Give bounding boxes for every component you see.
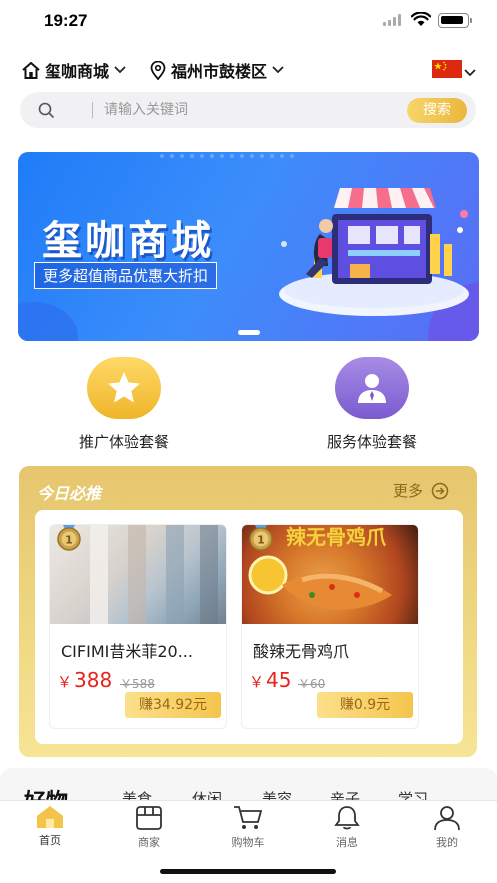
nav-messages[interactable]: 消息 — [317, 805, 377, 850]
price-value: 45 — [266, 668, 292, 692]
nav-store[interactable]: 商家 — [119, 805, 179, 850]
nav-label: 购物车 — [231, 836, 265, 849]
chevron-down-icon — [114, 66, 126, 74]
medal-icon: 1 — [249, 525, 273, 551]
price-value: 388 — [74, 668, 113, 692]
category-label: 服务体验套餐 — [326, 433, 417, 451]
battery-icon — [438, 13, 469, 28]
section-title: 今日必推 — [37, 484, 102, 503]
user-icon — [358, 374, 386, 403]
product-price: ￥ 45 — [249, 668, 291, 692]
product-card[interactable]: 1 CIFIMI昔米菲20... ￥ 388 ￥588 赚34.92元 — [49, 524, 227, 729]
nav-label: 消息 — [336, 836, 358, 849]
nav-label: 我的 — [436, 836, 458, 849]
earn-badge: 赚0.9元 — [317, 692, 413, 718]
location-text: 福州市鼓楼区 — [171, 62, 268, 81]
status-time: 19:27 — [44, 11, 88, 30]
earn-badge: 赚34.92元 — [125, 692, 221, 718]
shop-name: 玺咖商城 — [45, 62, 110, 81]
online-store-illustration — [279, 188, 469, 316]
category-promo-package[interactable]: 推广体验套餐 — [44, 357, 204, 452]
arrow-circle-right-icon — [431, 482, 449, 499]
category-circle — [335, 357, 409, 419]
status-bar: 19:27 — [0, 0, 497, 44]
nav-label: 商家 — [138, 836, 160, 849]
profile-icon — [434, 806, 460, 831]
category-circle — [87, 357, 161, 419]
currency-symbol: ￥ — [249, 673, 265, 691]
cart-icon — [234, 806, 263, 829]
chevron-down-icon[interactable] — [464, 62, 476, 81]
wifi-icon — [411, 12, 431, 26]
promo-banner[interactable]: 玺咖商城 更多超值商品优惠大折扣 — [18, 152, 479, 341]
image-stripe — [200, 525, 218, 624]
product-card-container: 1 CIFIMI昔米菲20... ￥ 388 ￥588 赚34.92元 辣无骨鸡爪 — [35, 510, 463, 744]
product-card[interactable]: 辣无骨鸡爪 1 酸辣无骨鸡爪 ￥ 45 ￥60 赚0.9元 — [241, 524, 419, 729]
star-icon — [108, 372, 140, 403]
banner-dot-pattern — [160, 154, 294, 158]
image-stripe — [166, 525, 184, 624]
home-icon — [37, 806, 63, 828]
banner-decor-blob — [18, 302, 78, 341]
currency-symbol: ￥ — [57, 673, 73, 691]
image-stripe — [90, 525, 108, 624]
original-price: ￥588 — [120, 677, 155, 691]
home-indicator — [160, 869, 336, 874]
search-divider — [92, 102, 93, 118]
location-selector[interactable]: 福州市鼓楼区 — [150, 58, 284, 82]
category-service-package[interactable]: 服务体验套餐 — [292, 357, 452, 452]
bell-icon — [334, 806, 360, 830]
chevron-down-icon — [272, 66, 284, 74]
shop-selector[interactable]: 玺咖商城 — [22, 58, 126, 82]
banner-subtitle: 更多超值商品优惠大折扣 — [34, 262, 218, 289]
today-picks-section: 今日必推 更多 1 CIFIMI昔米菲20... ￥ 388 ￥588 赚34.… — [19, 466, 477, 757]
more-label: 更多 — [393, 482, 424, 500]
search-icon — [38, 102, 55, 123]
nav-cart[interactable]: 购物车 — [218, 805, 278, 850]
nav-label: 首页 — [39, 834, 61, 847]
home-icon — [22, 61, 40, 79]
more-link[interactable]: 更多 — [393, 480, 449, 501]
image-stripe — [128, 525, 146, 624]
search-input[interactable] — [104, 100, 404, 120]
cellular-signal-icon — [383, 14, 401, 26]
category-label: 推广体验套餐 — [78, 433, 169, 451]
search-bar: 搜索 — [20, 92, 476, 128]
product-name: 酸辣无骨鸡爪 — [253, 642, 350, 661]
china-flag-icon[interactable] — [432, 60, 462, 78]
nav-home[interactable]: 首页 — [20, 805, 80, 848]
search-button[interactable]: 搜索 — [407, 98, 467, 123]
product-name: CIFIMI昔米菲20... — [61, 642, 193, 661]
banner-title: 玺咖商城 — [42, 218, 214, 264]
location-pin-icon — [150, 60, 166, 80]
original-price: ￥60 — [298, 677, 326, 691]
svg-text:1: 1 — [257, 534, 265, 547]
store-icon — [136, 806, 162, 830]
top-nav: 玺咖商城 福州市鼓楼区 — [0, 56, 497, 84]
svg-text:1: 1 — [65, 534, 73, 547]
banner-pager — [238, 330, 260, 335]
nav-profile[interactable]: 我的 — [417, 805, 477, 850]
battery-tip — [470, 18, 472, 23]
medal-icon: 1 — [57, 525, 81, 551]
product-price: ￥ 388 — [57, 668, 112, 692]
